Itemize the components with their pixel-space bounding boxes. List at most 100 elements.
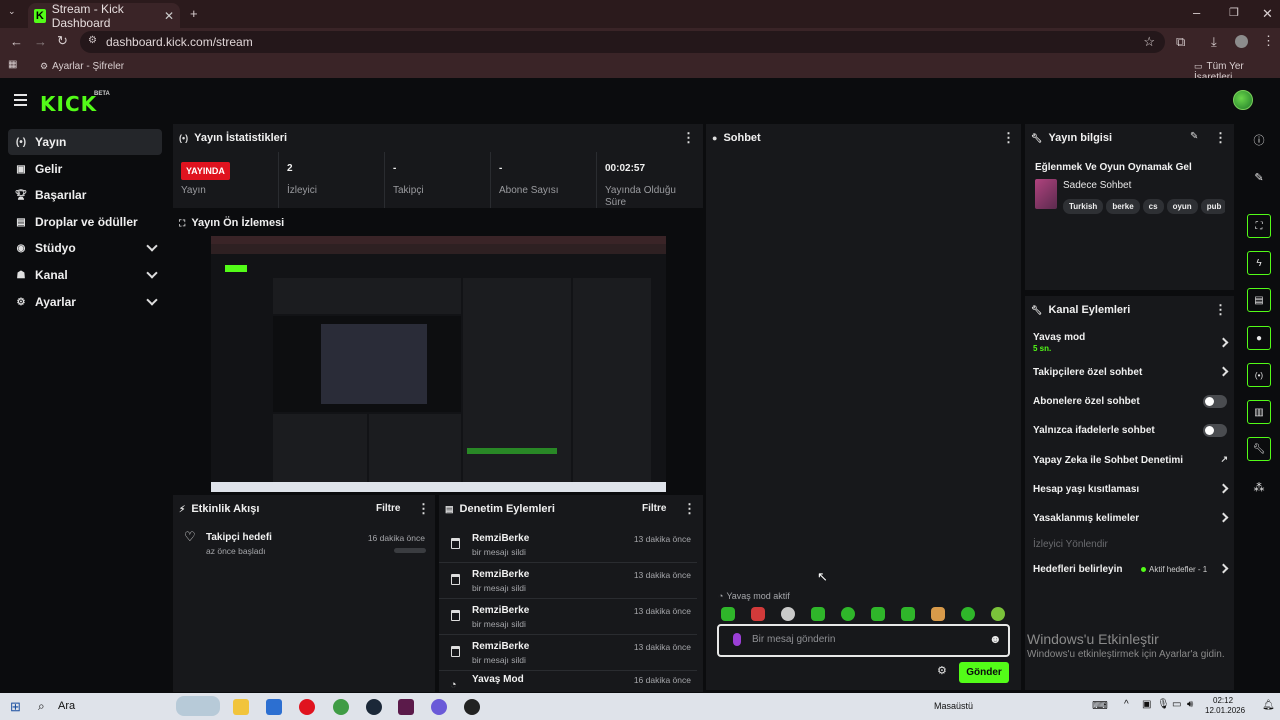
emoji-icon[interactable]: ☻: [989, 632, 1002, 646]
emote-icon[interactable]: [751, 607, 765, 621]
document-icon[interactable]: ▤: [1247, 288, 1271, 312]
apps-icon[interactable]: ⁂: [1247, 475, 1271, 499]
tab-search-icon[interactable]: ⌄: [8, 6, 16, 17]
apps-grid-icon[interactable]: ▦: [8, 59, 17, 70]
gear-icon: ⚙: [16, 296, 26, 308]
emote-icon[interactable]: [901, 607, 915, 621]
subscribers-only-toggle[interactable]: [1203, 395, 1227, 408]
followers-only-row[interactable]: Takipçilere özel sohbet: [1033, 366, 1231, 379]
url-text: dashboard.kick.com/stream: [106, 35, 253, 49]
keyboard-icon[interactable]: ⌨: [1092, 699, 1108, 712]
url-field[interactable]: ⚙ dashboard.kick.com/stream ☆: [80, 31, 1165, 53]
bookmark-settings[interactable]: ⚙ Ayarlar - Şifreler: [40, 61, 124, 72]
slow-mode-row[interactable]: Yavaş mod 5 sn.: [1033, 332, 1231, 354]
chrome-icon[interactable]: [333, 699, 349, 715]
emote-icon[interactable]: [781, 607, 795, 621]
sidebar-item-studyo[interactable]: ◉ Stüdyo: [8, 235, 162, 261]
sidebar-item-gelir[interactable]: ▣ Gelir: [8, 156, 162, 182]
taskbar-search-label[interactable]: Ara: [58, 700, 75, 712]
ai-moderation-row[interactable]: Yapay Zeka ile Sohbet Denetimi ↗: [1033, 454, 1231, 467]
opera-icon[interactable]: [299, 699, 315, 715]
emote-icon[interactable]: [841, 607, 855, 621]
layout-icon[interactable]: ▥: [1247, 400, 1271, 424]
notification-icon[interactable]: 🔔︎: [1262, 700, 1275, 711]
sidebar-item-basarilar[interactable]: 🏆︎ Başarılar: [8, 182, 162, 208]
slow-mode-notice-text: Yavaş mod aktif: [726, 591, 790, 601]
stream-info-menu-icon[interactable]: [1214, 130, 1227, 146]
microphone-icon[interactable]: [733, 633, 741, 646]
file-explorer-icon[interactable]: [233, 699, 249, 715]
reload-icon[interactable]: ↻: [57, 33, 68, 49]
widget-image[interactable]: [176, 696, 220, 716]
chat-input[interactable]: Bir mesaj gönderin ☻: [717, 624, 1010, 657]
goals-row[interactable]: Hedefleri belirleyin Aktif hedefler - 1: [1033, 563, 1231, 576]
emotes-only-row: Yalnızca ifadelerle sohbet: [1033, 424, 1231, 437]
emote-icon[interactable]: [721, 607, 735, 621]
minimize-icon[interactable]: –: [1193, 5, 1200, 20]
browser-tab[interactable]: K Stream - Kick Dashboard ✕: [28, 2, 180, 30]
sidebar-item-ayarlar[interactable]: ⚙ Ayarlar: [8, 289, 162, 315]
sidebar-item-kanal[interactable]: ☗ Kanal: [8, 262, 162, 288]
hamburger-menu-icon[interactable]: [14, 94, 27, 106]
emote-icon[interactable]: [931, 607, 945, 621]
site-info-icon[interactable]: ⚙: [88, 35, 97, 46]
stream-preview-image[interactable]: [211, 236, 666, 492]
steam-icon[interactable]: [366, 699, 382, 715]
obs-icon[interactable]: [464, 699, 480, 715]
emote-icon[interactable]: [811, 607, 825, 621]
clock-date[interactable]: 12.01.2026: [1205, 706, 1245, 715]
broadcast-icon[interactable]: (•): [1247, 363, 1271, 387]
send-button[interactable]: Gönder: [959, 662, 1009, 683]
bookmark-star-icon[interactable]: ☆: [1143, 34, 1155, 50]
emote-icon[interactable]: [991, 607, 1005, 621]
settings-icon: ⚙: [40, 61, 49, 71]
extensions-icon[interactable]: ⧉: [1176, 34, 1185, 50]
lightning-icon[interactable]: ϟ: [1247, 251, 1271, 275]
activity-filter-button[interactable]: Filtre: [376, 503, 400, 514]
tray-chevron-icon[interactable]: ^: [1124, 699, 1129, 710]
tray-app-icon[interactable]: ▣: [1142, 699, 1151, 710]
store-icon[interactable]: [266, 699, 282, 715]
back-icon[interactable]: ←: [10, 34, 23, 49]
volume-icon[interactable]: 🔊︎: [1187, 699, 1193, 710]
account-age-row[interactable]: Hesap yaşı kısıtlaması: [1033, 483, 1231, 496]
screenshot-icon[interactable]: ⛶: [1247, 214, 1271, 238]
tab-close-icon[interactable]: ✕: [164, 9, 174, 23]
network-icon[interactable]: ▭: [1172, 699, 1181, 710]
chat-settings-icon[interactable]: ⚙: [937, 664, 947, 677]
search-icon[interactable]: ⌕: [38, 699, 45, 714]
desktop-label[interactable]: Masaüstü: [934, 701, 973, 711]
sidebar-item-droplar[interactable]: ▤ Droplar ve ödüller: [8, 209, 162, 235]
info-icon[interactable]: ⓘ: [1247, 128, 1271, 152]
forward-icon[interactable]: →: [34, 34, 47, 49]
user-avatar[interactable]: [1233, 90, 1253, 110]
browser-menu-icon[interactable]: ⋮: [1262, 33, 1275, 49]
activity-menu-icon[interactable]: [417, 501, 430, 517]
edit-pencil-icon[interactable]: ✎: [1190, 131, 1198, 142]
microphone-tray-icon[interactable]: 🎙︎: [1157, 699, 1170, 710]
stats-menu-icon[interactable]: [682, 130, 695, 146]
profile-icon[interactable]: [1235, 35, 1248, 48]
clock-time[interactable]: 02:12: [1213, 696, 1233, 705]
activity-item-time: 16 dakika önce: [367, 533, 425, 543]
download-icon[interactable]: ⤓: [1211, 34, 1217, 50]
edit-icon[interactable]: ✎: [1247, 165, 1271, 189]
sidebar-item-yayin[interactable]: (•) Yayın: [8, 129, 162, 155]
emote-icon[interactable]: [871, 607, 885, 621]
wrench-icon[interactable]: 🔧︎: [1247, 437, 1271, 461]
window-close-icon[interactable]: ✕: [1262, 6, 1273, 22]
windows-start-icon[interactable]: ⊞: [10, 699, 21, 715]
app-icon[interactable]: [398, 699, 414, 715]
discord-icon[interactable]: [431, 699, 447, 715]
moderation-filter-button[interactable]: Filtre: [642, 503, 666, 514]
chat-menu-icon[interactable]: [1002, 130, 1015, 146]
channel-actions-menu-icon[interactable]: [1214, 302, 1227, 318]
chat-icon[interactable]: ●: [1247, 326, 1271, 350]
kick-logo[interactable]: KICK: [40, 92, 97, 116]
maximize-icon[interactable]: ❐: [1229, 6, 1239, 19]
new-tab-button[interactable]: +: [190, 6, 198, 21]
emotes-only-toggle[interactable]: [1203, 424, 1227, 437]
banned-words-row[interactable]: Yasaklanmış kelimeler: [1033, 512, 1231, 525]
emote-icon[interactable]: [961, 607, 975, 621]
moderation-menu-icon[interactable]: [683, 501, 696, 517]
